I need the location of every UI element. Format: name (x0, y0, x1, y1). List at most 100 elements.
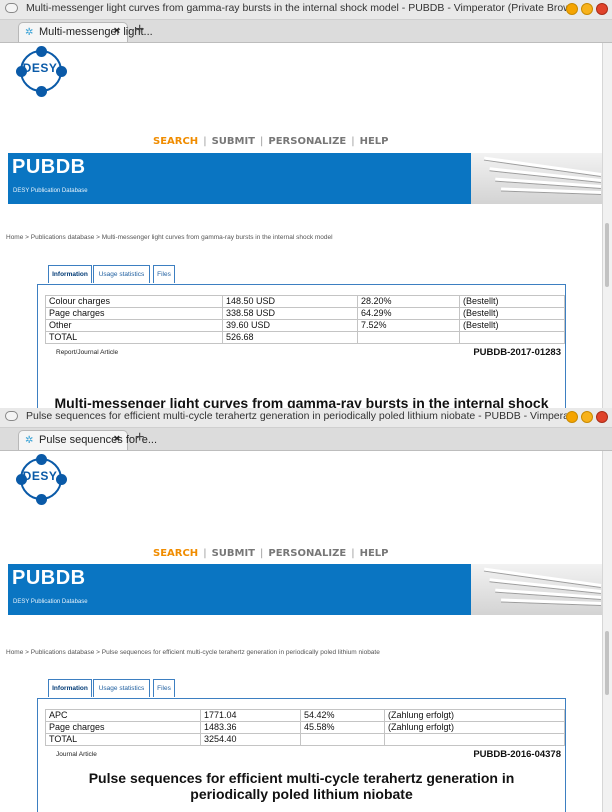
window-controls (566, 411, 608, 423)
tab-files[interactable]: Files (153, 265, 175, 283)
banner-subtitle: DESY Publication Database (13, 188, 88, 194)
table-row: Page charges 1483.36 45.58% (Zahlung erfolg… (45, 721, 565, 734)
close-tab-icon[interactable]: × (114, 433, 120, 445)
tab-information[interactable]: Information (48, 679, 92, 697)
fee-amount: 1771.04 (200, 709, 301, 722)
article-title: Multi-messenger light curves from gamma-… (54, 395, 549, 408)
scrollbar-thumb[interactable] (605, 631, 609, 695)
tab-files[interactable]: Files (153, 679, 175, 697)
nav-help[interactable]: HELP (355, 548, 394, 559)
fee-status: (Zahlung erfolgt) (384, 709, 565, 722)
page-favicon-icon: ✲ (25, 435, 34, 446)
browser-window-1: Multi-messenger light curves from gamma-… (0, 0, 612, 408)
nav-search[interactable]: SEARCH (148, 136, 203, 147)
logo-text: DESY (22, 61, 58, 75)
table-row: APC 1771.04 54.42% (Zahlung erfolgt) (45, 709, 565, 722)
page-content: DESY SEARCH | SUBMIT | PERSONALIZE | HELP PUBD… (0, 43, 603, 408)
table-row: Page charges 338.58 USD 64.29% (Bestellt) (45, 307, 565, 320)
pubdb-banner: PUBDB DESY Publication Database (8, 564, 603, 615)
nav-help[interactable]: HELP (355, 136, 394, 147)
scrollbar-thumb[interactable] (605, 223, 609, 287)
nav-personalize[interactable]: PERSONALIZE (263, 136, 351, 147)
main-nav: SEARCH | SUBMIT | PERSONALIZE | HELP (148, 136, 394, 147)
record-id: PUBDB-2017-01283 (473, 347, 561, 358)
browser-tab[interactable]: ✲ Multi-messenger light... × (18, 22, 153, 42)
tab-bar: ✲ Multi-messenger light... × + (0, 20, 612, 43)
tab-bar: ✲ Pulse sequences for e... × + (0, 428, 612, 451)
breadcrumb[interactable]: Home > Publications database > Multi-mes… (6, 234, 333, 241)
fee-name: APC (45, 709, 201, 722)
desy-logo[interactable]: DESY (16, 46, 67, 97)
fee-status (459, 331, 565, 344)
fee-status: (Zahlung erfolgt) (384, 721, 565, 734)
maximize-icon[interactable] (581, 411, 593, 423)
tab-usage-statistics[interactable]: Usage statistics (93, 265, 150, 283)
close-window-icon[interactable] (596, 3, 608, 15)
browser-tab[interactable]: ✲ Pulse sequences for e... × (18, 430, 157, 450)
fee-name: Other (45, 319, 223, 332)
nav-submit[interactable]: SUBMIT (207, 548, 260, 559)
window-controls (566, 3, 608, 15)
new-tab-button[interactable]: + (135, 429, 144, 447)
fee-amount: 338.58 USD (222, 307, 358, 320)
table-row: TOTAL 3254.40 (45, 733, 565, 746)
banner-subtitle: DESY Publication Database (13, 599, 88, 605)
fee-percent (357, 331, 460, 344)
nav-submit[interactable]: SUBMIT (207, 136, 260, 147)
fee-amount: 526.68 (222, 331, 358, 344)
fee-name: TOTAL (45, 733, 201, 746)
fees-table: APC 1771.04 54.42% (Zahlung erfolgt) Page c… (45, 709, 565, 746)
window-title: Pulse sequences for efficient multi-cycl… (26, 410, 572, 422)
fee-amount: 1483.36 (200, 721, 301, 734)
nav-personalize[interactable]: PERSONALIZE (263, 548, 351, 559)
browser-window-2: Pulse sequences for efficient multi-cycl… (0, 408, 612, 812)
fee-percent (300, 733, 385, 746)
fee-percent: 45.58% (300, 721, 385, 734)
minimize-icon[interactable] (566, 411, 578, 423)
fee-percent: 28.20% (357, 295, 460, 308)
fee-amount: 3254.40 (200, 733, 301, 746)
pubdb-banner: PUBDB DESY Publication Database (8, 153, 603, 204)
page-scrollbar[interactable] (602, 451, 612, 812)
record-panel: Colour charges 148.50 USD 28.20% (Bestellt)… (37, 284, 566, 408)
window-menu-icon[interactable] (5, 411, 18, 421)
document-type: Report/Journal Article (56, 349, 119, 356)
fees-table: Colour charges 148.50 USD 28.20% (Bestellt)… (45, 295, 565, 344)
fee-name: Page charges (45, 721, 201, 734)
desy-logo[interactable]: DESY (16, 454, 67, 505)
close-window-icon[interactable] (596, 411, 608, 423)
nav-search[interactable]: SEARCH (148, 548, 203, 559)
fee-status: (Bestellt) (459, 319, 565, 332)
fee-status: (Bestellt) (459, 307, 565, 320)
maximize-icon[interactable] (581, 3, 593, 15)
breadcrumb[interactable]: Home > Publications database > Pulse seq… (6, 649, 380, 656)
window-title: Multi-messenger light curves from gamma-… (26, 2, 572, 14)
record-meta: Report/Journal Article PUBDB-2017-01283 (45, 344, 565, 362)
fee-name: Colour charges (45, 295, 223, 308)
document-type: Journal Article (56, 751, 97, 758)
page-favicon-icon: ✲ (25, 27, 34, 38)
fee-status (384, 733, 565, 746)
table-row: Colour charges 148.50 USD 28.20% (Bestellt) (45, 295, 565, 308)
window-menu-icon[interactable] (5, 3, 18, 13)
fee-percent: 7.52% (357, 319, 460, 332)
fee-name: Page charges (45, 307, 223, 320)
page-scrollbar[interactable] (602, 43, 612, 408)
fee-name: TOTAL (45, 331, 223, 344)
tab-usage-statistics[interactable]: Usage statistics (93, 679, 150, 697)
new-tab-button[interactable]: + (135, 21, 144, 39)
logo-text: DESY (22, 469, 58, 483)
record-meta: Journal Article PUBDB-2016-04378 (45, 746, 565, 764)
page-content: DESY SEARCH | SUBMIT | PERSONALIZE | HELP PUBD… (0, 451, 603, 812)
fee-percent: 64.29% (357, 307, 460, 320)
close-tab-icon[interactable]: × (114, 25, 120, 37)
fee-amount: 148.50 USD (222, 295, 358, 308)
banner-title[interactable]: PUBDB (12, 156, 86, 179)
minimize-icon[interactable] (566, 3, 578, 15)
main-nav: SEARCH | SUBMIT | PERSONALIZE | HELP (148, 548, 394, 559)
banner-papers-image (471, 564, 603, 615)
banner-papers-image (471, 153, 603, 204)
tab-information[interactable]: Information (48, 265, 92, 283)
banner-title[interactable]: PUBDB (12, 567, 86, 590)
fee-amount: 39.60 USD (222, 319, 358, 332)
